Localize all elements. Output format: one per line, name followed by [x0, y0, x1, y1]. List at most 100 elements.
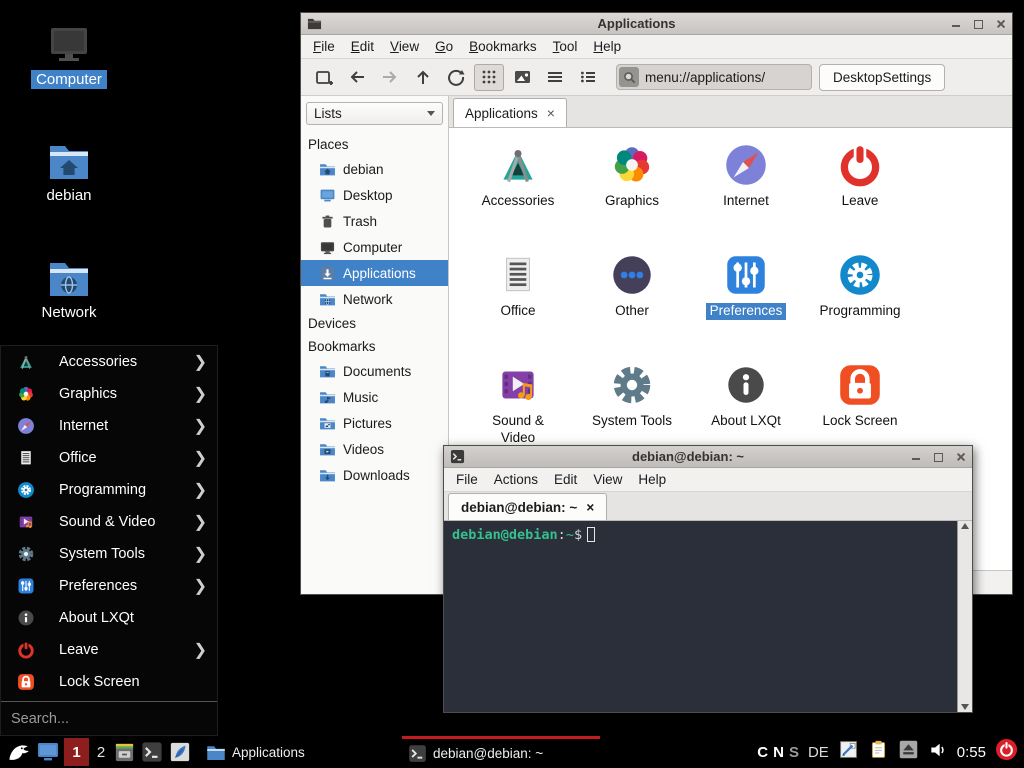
lock-screen-icon — [15, 671, 37, 693]
tab-close-icon[interactable]: × — [547, 105, 555, 121]
app-category-internet[interactable]: Internet — [689, 140, 803, 244]
tab-close-icon[interactable]: × — [586, 500, 594, 515]
menu-tool[interactable]: Tool — [545, 36, 586, 57]
sidebar-item-music[interactable]: Music — [301, 384, 448, 410]
menu-item-about-lxqt[interactable]: About LXQt — [1, 602, 217, 634]
menu-view[interactable]: View — [382, 36, 427, 57]
sidebar-item-applications[interactable]: Applications — [301, 260, 448, 286]
menu-help[interactable]: Help — [630, 469, 674, 490]
app-category-graphics[interactable]: Graphics — [575, 140, 689, 244]
menu-view[interactable]: View — [585, 469, 630, 490]
tab-applications[interactable]: Applications × — [453, 98, 567, 127]
search-input[interactable] — [1, 711, 217, 727]
keyboard-layout-indicator[interactable]: DE — [808, 744, 829, 761]
show-desktop-button[interactable] — [37, 736, 59, 768]
menu-item-programming[interactable]: Programming ❯ — [1, 474, 217, 506]
task-button-applications[interactable]: Applications — [200, 736, 398, 768]
sidebar-item-computer[interactable]: Computer — [301, 234, 448, 260]
menu-bookmarks[interactable]: Bookmarks — [461, 36, 545, 57]
sidebar-item-pictures[interactable]: Pictures — [301, 410, 448, 436]
fm-titlebar[interactable]: Applications — [301, 13, 1012, 35]
app-category-programming[interactable]: Programming — [803, 250, 917, 354]
terminal-scrollbar[interactable] — [957, 521, 972, 712]
graphics-icon — [607, 140, 657, 190]
submenu-arrow-icon: ❯ — [194, 512, 207, 532]
menu-help[interactable]: Help — [585, 36, 629, 57]
maximize-button[interactable] — [933, 451, 944, 462]
menu-item-leave[interactable]: Leave ❯ — [1, 634, 217, 666]
menu-item-sound-video[interactable]: Sound & Video ❯ — [1, 506, 217, 538]
scroll-down-icon[interactable] — [961, 704, 969, 710]
task-button-terminal[interactable]: debian@debian: ~ — [402, 736, 600, 768]
file-manager-launcher[interactable] — [113, 736, 136, 768]
new-tab-button[interactable] — [309, 64, 339, 91]
minimize-button[interactable] — [911, 451, 922, 462]
app-category-leave[interactable]: Leave — [803, 140, 917, 244]
menu-item-preferences[interactable]: Preferences ❯ — [1, 570, 217, 602]
prompt-dollar: $ — [574, 527, 582, 543]
terminal-tab[interactable]: debian@debian: ~ × — [448, 493, 607, 520]
app-category-other[interactable]: Other — [575, 250, 689, 354]
maximize-button[interactable] — [973, 18, 984, 29]
up-button[interactable] — [408, 64, 438, 91]
refresh-button[interactable] — [441, 64, 471, 91]
sidebar-item-desktop[interactable]: Desktop — [301, 182, 448, 208]
close-button[interactable] — [955, 451, 966, 462]
removable-media-icon[interactable] — [898, 739, 919, 765]
menu-item-internet[interactable]: Internet ❯ — [1, 410, 217, 442]
desktop-icon-network[interactable]: Network — [23, 259, 115, 322]
scroll-up-icon[interactable] — [961, 523, 969, 529]
menu-go[interactable]: Go — [427, 36, 461, 57]
sidebar-item-trash[interactable]: Trash — [301, 208, 448, 234]
compact-view-button[interactable] — [540, 64, 570, 91]
menu-search[interactable] — [1, 701, 217, 735]
sidebar-mode-combobox[interactable]: Lists — [306, 102, 443, 125]
menu-file[interactable]: File — [305, 36, 343, 57]
sidebar-item-videos[interactable]: Videos — [301, 436, 448, 462]
submenu-arrow-icon: ❯ — [194, 352, 207, 372]
screenshot-tray-icon[interactable] — [838, 739, 859, 765]
terminal-launcher[interactable] — [141, 736, 163, 768]
devices-header: Devices — [301, 312, 448, 335]
forward-button[interactable] — [375, 64, 405, 91]
workspace-2-button[interactable]: 2 — [92, 736, 110, 768]
detailed-view-button[interactable] — [573, 64, 603, 91]
sidebar-item-downloads[interactable]: Downloads — [301, 462, 448, 488]
main-menu-button[interactable] — [5, 736, 31, 768]
app-category-office[interactable]: Office — [461, 250, 575, 354]
menu-item-office[interactable]: Office ❯ — [1, 442, 217, 474]
power-button[interactable] — [995, 738, 1018, 766]
sidebar-item-documents[interactable]: Documents — [301, 358, 448, 384]
menu-actions[interactable]: Actions — [486, 469, 546, 490]
back-button[interactable] — [342, 64, 372, 91]
clipboard-tray-icon[interactable] — [868, 739, 889, 765]
close-button[interactable] — [995, 18, 1006, 29]
sidebar-item-debian[interactable]: debian — [301, 156, 448, 182]
terminal-titlebar[interactable]: debian@debian: ~ — [444, 446, 972, 468]
terminal-screen[interactable]: debian@debian:~$ — [444, 521, 957, 712]
icon-view-button[interactable] — [474, 64, 504, 91]
text-editor-launcher[interactable] — [169, 736, 191, 768]
menu-item-graphics[interactable]: Graphics ❯ — [1, 378, 217, 410]
menu-file[interactable]: File — [448, 469, 486, 490]
minimize-button[interactable] — [951, 18, 962, 29]
volume-icon[interactable] — [928, 740, 948, 765]
workspace-1-button[interactable]: 1 — [64, 738, 89, 766]
documents-folder-icon — [319, 363, 336, 380]
address-bar[interactable]: menu://applications/ — [616, 64, 812, 90]
submenu-arrow-icon: ❯ — [194, 448, 207, 468]
sidebar-item-network[interactable]: Network — [301, 286, 448, 312]
app-category-accessories[interactable]: Accessories — [461, 140, 575, 244]
desktop-icon-debian[interactable]: debian — [23, 142, 115, 205]
clock[interactable]: 0:55 — [957, 744, 986, 761]
menu-edit[interactable]: Edit — [343, 36, 382, 57]
menu-item-accessories[interactable]: Accessories ❯ — [1, 346, 217, 378]
menu-item-system-tools[interactable]: System Tools ❯ — [1, 538, 217, 570]
menu-edit[interactable]: Edit — [546, 469, 585, 490]
keyboard-indicator[interactable]: C N S — [757, 744, 799, 761]
app-category-preferences[interactable]: Preferences — [689, 250, 803, 354]
desktop-icon-computer[interactable]: Computer — [23, 26, 115, 89]
desktop-settings-button[interactable]: DesktopSettings — [819, 64, 945, 91]
thumbnail-view-button[interactable] — [507, 64, 537, 91]
menu-item-lock-screen[interactable]: Lock Screen — [1, 666, 217, 698]
